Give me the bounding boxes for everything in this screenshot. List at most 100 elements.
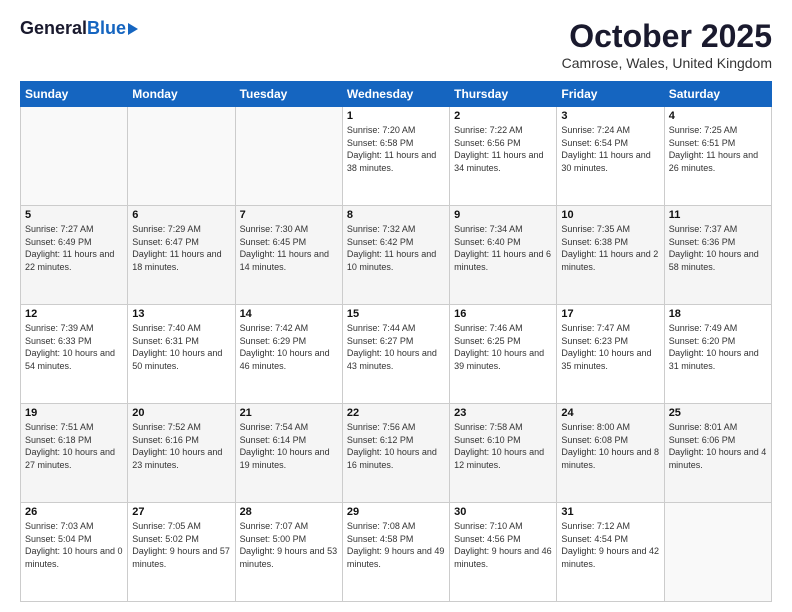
calendar-cell: 28Sunrise: 7:07 AM Sunset: 5:00 PM Dayli…: [235, 503, 342, 602]
day-info: Sunrise: 8:00 AM Sunset: 6:08 PM Dayligh…: [561, 421, 659, 471]
calendar-header-monday: Monday: [128, 82, 235, 107]
day-number: 20: [132, 407, 230, 419]
day-number: 27: [132, 506, 230, 518]
day-info: Sunrise: 7:35 AM Sunset: 6:38 PM Dayligh…: [561, 223, 659, 273]
calendar-cell: 3 Sunrise: 7:24 AM Sunset: 6:54 PM Daylig…: [557, 107, 664, 206]
day-number: 10: [561, 209, 659, 221]
day-number: 2: [454, 110, 552, 122]
day-info: Sunrise: 7:30 AM Sunset: 6:45 PM Dayligh…: [240, 223, 338, 273]
day-number: 21: [240, 407, 338, 419]
calendar-cell: 24Sunrise: 8:00 AM Sunset: 6:08 PM Dayli…: [557, 404, 664, 503]
day-number: 12: [25, 308, 123, 320]
day-info: Sunrise: 7:49 AM Sunset: 6:20 PM Dayligh…: [669, 322, 767, 372]
calendar-cell: 26Sunrise: 7:03 AM Sunset: 5:04 PM Dayli…: [21, 503, 128, 602]
day-info: Sunrise: 8:01 AM Sunset: 6:06 PM Dayligh…: [669, 421, 767, 471]
day-info: Sunrise: 7:20 AM Sunset: 6:58 PM Dayligh…: [347, 124, 445, 174]
day-info: Sunrise: 7:42 AM Sunset: 6:29 PM Dayligh…: [240, 322, 338, 372]
day-info: Sunrise: 7:32 AM Sunset: 6:42 PM Dayligh…: [347, 223, 445, 273]
calendar-cell: 13 Sunrise: 7:40 AM Sunset: 6:31 PM Dayli…: [128, 305, 235, 404]
day-info: Sunrise: 7:39 AM Sunset: 6:33 PM Dayligh…: [25, 322, 123, 372]
day-info: Sunrise: 7:51 AM Sunset: 6:18 PM Dayligh…: [25, 421, 123, 471]
day-info: Sunrise: 7:56 AM Sunset: 6:12 PM Dayligh…: [347, 421, 445, 471]
calendar-header-thursday: Thursday: [450, 82, 557, 107]
calendar-cell: 18Sunrise: 7:49 AM Sunset: 6:20 PM Dayli…: [664, 305, 771, 404]
calendar-cell: 27 Sunrise: 7:05 AM Sunset: 5:02 PM Dayli…: [128, 503, 235, 602]
day-number: 1: [347, 110, 445, 122]
day-info: Sunrise: 7:44 AM Sunset: 6:27 PM Dayligh…: [347, 322, 445, 372]
calendar-cell: 22 Sunrise: 7:56 AM Sunset: 6:12 PM Dayli…: [342, 404, 449, 503]
location: Camrose, Wales, United Kingdom: [562, 55, 772, 71]
day-info: Sunrise: 7:24 AM Sunset: 6:54 PM Dayligh…: [561, 124, 659, 174]
day-info: Sunrise: 7:03 AM Sunset: 5:04 PM Dayligh…: [25, 520, 123, 570]
day-number: 15: [347, 308, 445, 320]
logo: General Blue: [20, 18, 138, 39]
calendar-cell: [128, 107, 235, 206]
day-number: 16: [454, 308, 552, 320]
calendar-table: SundayMondayTuesdayWednesdayThursdayFrid…: [20, 81, 772, 602]
day-info: Sunrise: 7:22 AM Sunset: 6:56 PM Dayligh…: [454, 124, 552, 174]
day-number: 4: [669, 110, 767, 122]
day-info: Sunrise: 7:05 AM Sunset: 5:02 PM Dayligh…: [132, 520, 230, 570]
calendar-cell: 20Sunrise: 7:52 AM Sunset: 6:16 PM Dayli…: [128, 404, 235, 503]
calendar-cell: 15 Sunrise: 7:44 AM Sunset: 6:27 PM Dayli…: [342, 305, 449, 404]
day-number: 13: [132, 308, 230, 320]
calendar-cell: 1 Sunrise: 7:20 AM Sunset: 6:58 PM Daylig…: [342, 107, 449, 206]
day-info: Sunrise: 7:10 AM Sunset: 4:56 PM Dayligh…: [454, 520, 552, 570]
day-info: Sunrise: 7:37 AM Sunset: 6:36 PM Dayligh…: [669, 223, 767, 273]
day-number: 17: [561, 308, 659, 320]
calendar-cell: 14 Sunrise: 7:42 AM Sunset: 6:29 PM Dayli…: [235, 305, 342, 404]
calendar-cell: 2 Sunrise: 7:22 AM Sunset: 6:56 PM Daylig…: [450, 107, 557, 206]
day-number: 5: [25, 209, 123, 221]
calendar-header-saturday: Saturday: [664, 82, 771, 107]
calendar-cell: 23 Sunrise: 7:58 AM Sunset: 6:10 PM Dayli…: [450, 404, 557, 503]
calendar-cell: 5 Sunrise: 7:27 AM Sunset: 6:49 PM Daylig…: [21, 206, 128, 305]
page: General Blue October 2025 Camrose, Wales…: [0, 0, 792, 612]
calendar-week-row: 5 Sunrise: 7:27 AM Sunset: 6:49 PM Daylig…: [21, 206, 772, 305]
calendar-cell: [21, 107, 128, 206]
calendar-header-wednesday: Wednesday: [342, 82, 449, 107]
calendar-cell: 16 Sunrise: 7:46 AM Sunset: 6:25 PM Dayli…: [450, 305, 557, 404]
day-info: Sunrise: 7:47 AM Sunset: 6:23 PM Dayligh…: [561, 322, 659, 372]
day-number: 14: [240, 308, 338, 320]
day-number: 19: [25, 407, 123, 419]
calendar-cell: 11 Sunrise: 7:37 AM Sunset: 6:36 PM Dayli…: [664, 206, 771, 305]
day-info: Sunrise: 7:07 AM Sunset: 5:00 PM Dayligh…: [240, 520, 338, 570]
calendar-cell: 8 Sunrise: 7:32 AM Sunset: 6:42 PM Daylig…: [342, 206, 449, 305]
calendar-cell: 29Sunrise: 7:08 AM Sunset: 4:58 PM Dayli…: [342, 503, 449, 602]
day-info: Sunrise: 7:40 AM Sunset: 6:31 PM Dayligh…: [132, 322, 230, 372]
calendar-cell: 19 Sunrise: 7:51 AM Sunset: 6:18 PM Dayli…: [21, 404, 128, 503]
calendar-cell: 4Sunrise: 7:25 AM Sunset: 6:51 PM Daylig…: [664, 107, 771, 206]
day-number: 23: [454, 407, 552, 419]
day-number: 22: [347, 407, 445, 419]
calendar-header-sunday: Sunday: [21, 82, 128, 107]
day-info: Sunrise: 7:08 AM Sunset: 4:58 PM Dayligh…: [347, 520, 445, 570]
calendar-cell: 21Sunrise: 7:54 AM Sunset: 6:14 PM Dayli…: [235, 404, 342, 503]
calendar-header-tuesday: Tuesday: [235, 82, 342, 107]
day-info: Sunrise: 7:58 AM Sunset: 6:10 PM Dayligh…: [454, 421, 552, 471]
day-info: Sunrise: 7:29 AM Sunset: 6:47 PM Dayligh…: [132, 223, 230, 273]
day-info: Sunrise: 7:12 AM Sunset: 4:54 PM Dayligh…: [561, 520, 659, 570]
calendar-cell: 10 Sunrise: 7:35 AM Sunset: 6:38 PM Dayli…: [557, 206, 664, 305]
calendar-header-friday: Friday: [557, 82, 664, 107]
day-info: Sunrise: 7:46 AM Sunset: 6:25 PM Dayligh…: [454, 322, 552, 372]
day-number: 11: [669, 209, 767, 221]
calendar-cell: [664, 503, 771, 602]
calendar-cell: 12 Sunrise: 7:39 AM Sunset: 6:33 PM Dayli…: [21, 305, 128, 404]
calendar-cell: 17 Sunrise: 7:47 AM Sunset: 6:23 PM Dayli…: [557, 305, 664, 404]
logo-arrow-icon: [128, 23, 138, 35]
day-number: 8: [347, 209, 445, 221]
calendar-header-row: SundayMondayTuesdayWednesdayThursdayFrid…: [21, 82, 772, 107]
day-info: Sunrise: 7:34 AM Sunset: 6:40 PM Dayligh…: [454, 223, 552, 273]
day-number: 3: [561, 110, 659, 122]
month-title: October 2025: [562, 18, 772, 55]
logo-general-text: General: [20, 18, 87, 39]
day-number: 7: [240, 209, 338, 221]
calendar-cell: 9Sunrise: 7:34 AM Sunset: 6:40 PM Daylig…: [450, 206, 557, 305]
calendar-cell: 6Sunrise: 7:29 AM Sunset: 6:47 PM Daylig…: [128, 206, 235, 305]
calendar-cell: [235, 107, 342, 206]
logo-blue-text: Blue: [87, 18, 126, 39]
day-info: Sunrise: 7:27 AM Sunset: 6:49 PM Dayligh…: [25, 223, 123, 273]
calendar-week-row: 12 Sunrise: 7:39 AM Sunset: 6:33 PM Dayli…: [21, 305, 772, 404]
calendar-cell: 31Sunrise: 7:12 AM Sunset: 4:54 PM Dayli…: [557, 503, 664, 602]
calendar-cell: 30Sunrise: 7:10 AM Sunset: 4:56 PM Dayli…: [450, 503, 557, 602]
